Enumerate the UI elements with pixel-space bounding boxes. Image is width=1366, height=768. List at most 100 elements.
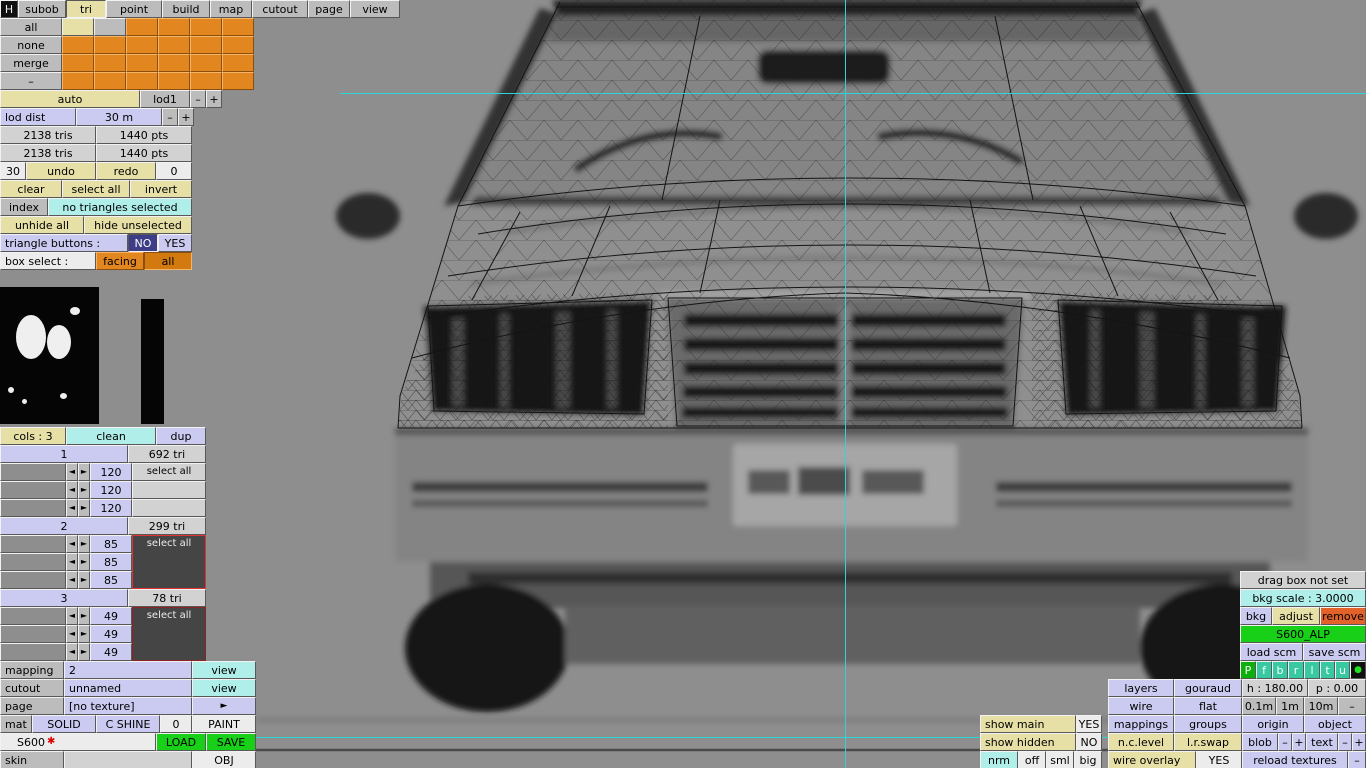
subobject-slot[interactable] bbox=[94, 36, 126, 54]
subobject-slot[interactable] bbox=[190, 36, 222, 54]
nrm-off-button[interactable]: off bbox=[1018, 751, 1046, 768]
bkg-button[interactable]: bkg bbox=[1240, 607, 1272, 625]
group-3-select-all-button[interactable]: select all bbox=[132, 607, 206, 661]
view-left-button[interactable]: l bbox=[1304, 661, 1320, 679]
box-select-all[interactable]: all bbox=[144, 252, 192, 270]
dec-arrow[interactable]: ◄ bbox=[66, 553, 78, 571]
grid-10m-button[interactable]: 10m bbox=[1304, 697, 1338, 715]
toolbar-item-view[interactable]: view bbox=[350, 0, 400, 18]
subobject-slot[interactable] bbox=[158, 72, 190, 90]
group-color-green[interactable] bbox=[0, 625, 66, 643]
lod1-button[interactable]: lod1 bbox=[140, 90, 190, 108]
group-2-select-all-button[interactable]: select all bbox=[132, 535, 206, 589]
lr-swap-button[interactable]: l.r.swap bbox=[1174, 733, 1242, 751]
page-texture-field[interactable]: [no texture] bbox=[64, 697, 192, 715]
view-top-button[interactable]: t bbox=[1320, 661, 1335, 679]
minus-button[interactable]: – bbox=[0, 72, 62, 90]
gouraud-button[interactable]: gouraud bbox=[1174, 679, 1242, 697]
cutout-view-button[interactable]: view bbox=[192, 679, 256, 697]
group-3-button[interactable]: 3 bbox=[0, 589, 128, 607]
select-none-button[interactable]: none bbox=[0, 36, 62, 54]
select-all-button[interactable]: all bbox=[0, 18, 62, 36]
subobject-slot[interactable] bbox=[94, 72, 126, 90]
subobject-slot[interactable] bbox=[158, 18, 190, 36]
group-color-blue[interactable] bbox=[0, 571, 66, 589]
triangle-buttons-no[interactable]: NO bbox=[128, 234, 158, 252]
blob-minus-button[interactable]: – bbox=[1278, 733, 1292, 751]
subobject-slot[interactable] bbox=[190, 18, 222, 36]
group-color-green[interactable] bbox=[0, 481, 66, 499]
page-button[interactable]: page bbox=[0, 697, 64, 715]
reload-textures-button[interactable]: reload textures bbox=[1242, 751, 1348, 768]
bkg-texture-name-button[interactable]: S600_ALP bbox=[1240, 625, 1366, 643]
subobject-slot[interactable] bbox=[62, 54, 94, 72]
paint-button[interactable]: PAINT bbox=[192, 715, 256, 733]
nc-level-button[interactable]: n.c.level bbox=[1108, 733, 1174, 751]
subobject-slot[interactable] bbox=[126, 72, 158, 90]
group-color-red[interactable] bbox=[0, 535, 66, 553]
inc-arrow[interactable]: ► bbox=[78, 499, 90, 517]
load-scm-button[interactable]: load scm bbox=[1240, 643, 1303, 661]
inc-arrow[interactable]: ► bbox=[78, 481, 90, 499]
group-color-red[interactable] bbox=[0, 463, 66, 481]
subobject-slot-empty[interactable] bbox=[94, 18, 126, 36]
view-back-button[interactable]: b bbox=[1272, 661, 1288, 679]
solid-button[interactable]: SOLID bbox=[32, 715, 96, 733]
dec-arrow[interactable]: ◄ bbox=[66, 643, 78, 661]
wire-overlay-toggle[interactable]: YES bbox=[1196, 751, 1242, 768]
unhide-all-button[interactable]: unhide all bbox=[0, 216, 84, 234]
dec-arrow[interactable]: ◄ bbox=[66, 499, 78, 517]
view-dot-button[interactable]: ● bbox=[1350, 661, 1366, 679]
toolbar-item-h[interactable]: H bbox=[0, 0, 18, 18]
show-hidden-toggle[interactable]: NO bbox=[1076, 733, 1102, 751]
group-color-red[interactable] bbox=[0, 607, 66, 625]
clear-button[interactable]: clear bbox=[0, 180, 62, 198]
merge-button[interactable]: merge bbox=[0, 54, 62, 72]
subobject-slot[interactable] bbox=[222, 36, 254, 54]
subobject-slot[interactable] bbox=[190, 72, 222, 90]
cutout-name-field[interactable]: unnamed bbox=[64, 679, 192, 697]
subobject-slot[interactable] bbox=[222, 18, 254, 36]
remove-button[interactable]: remove bbox=[1320, 607, 1366, 625]
inc-arrow[interactable]: ► bbox=[78, 571, 90, 589]
reload-dash-button[interactable]: – bbox=[1348, 751, 1366, 768]
grid-01m-button[interactable]: 0.1m bbox=[1242, 697, 1276, 715]
invert-button[interactable]: invert bbox=[130, 180, 192, 198]
file-name-field[interactable]: S600 ✱ bbox=[0, 733, 156, 751]
dec-arrow[interactable]: ◄ bbox=[66, 571, 78, 589]
view-front-button[interactable]: f bbox=[1256, 661, 1272, 679]
group-2-button[interactable]: 2 bbox=[0, 517, 128, 535]
save-scm-button[interactable]: save scm bbox=[1303, 643, 1366, 661]
toolbar-item-point[interactable]: point bbox=[106, 0, 162, 18]
lod-dist-plus-button[interactable]: + bbox=[178, 108, 194, 126]
auto-button[interactable]: auto bbox=[0, 90, 140, 108]
lod-plus-button[interactable]: + bbox=[206, 90, 222, 108]
redo-button[interactable]: redo bbox=[96, 162, 156, 180]
dec-arrow[interactable]: ◄ bbox=[66, 535, 78, 553]
subobject-slot[interactable] bbox=[62, 36, 94, 54]
subobject-slot[interactable] bbox=[222, 54, 254, 72]
text-plus-button[interactable]: + bbox=[1352, 733, 1366, 751]
lod-dist-minus-button[interactable]: – bbox=[162, 108, 178, 126]
object-button[interactable]: object bbox=[1304, 715, 1366, 733]
mat-button[interactable]: mat bbox=[0, 715, 32, 733]
show-main-toggle[interactable]: YES bbox=[1076, 715, 1102, 733]
subobject-slot[interactable] bbox=[222, 72, 254, 90]
view-under-button[interactable]: u bbox=[1335, 661, 1350, 679]
flat-button[interactable]: flat bbox=[1174, 697, 1242, 715]
select-all-button[interactable]: select all bbox=[62, 180, 130, 198]
inc-arrow[interactable]: ► bbox=[78, 607, 90, 625]
grid-dash-button[interactable]: – bbox=[1338, 697, 1366, 715]
group-select-all-button[interactable]: select all bbox=[132, 463, 206, 481]
inc-arrow[interactable]: ► bbox=[78, 553, 90, 571]
save-button[interactable]: SAVE bbox=[206, 733, 256, 751]
triangle-buttons-yes[interactable]: YES bbox=[158, 234, 192, 252]
shine-value[interactable]: 0 bbox=[160, 715, 192, 733]
view-right-button[interactable]: r bbox=[1288, 661, 1304, 679]
subobject-slot[interactable] bbox=[190, 54, 222, 72]
obj-button[interactable]: OBJ bbox=[192, 751, 256, 768]
mapping-button[interactable]: mapping bbox=[0, 661, 64, 679]
wire-button[interactable]: wire bbox=[1108, 697, 1174, 715]
blob-plus-button[interactable]: + bbox=[1292, 733, 1306, 751]
subobject-slot[interactable] bbox=[62, 72, 94, 90]
